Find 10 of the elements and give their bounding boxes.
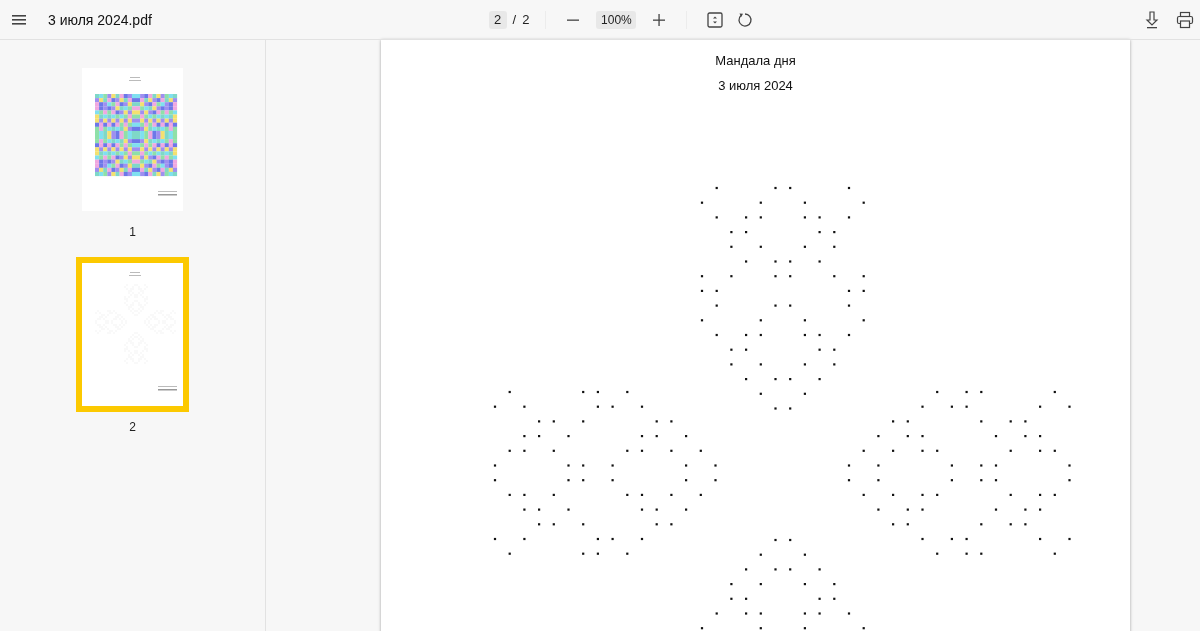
page-title: Мандала дня	[715, 52, 796, 70]
page-separator: /	[512, 12, 517, 27]
page-number-label: 1	[129, 225, 136, 239]
page-total: 2	[522, 12, 530, 27]
page-number-label: 2	[129, 420, 136, 434]
page-thumbnail[interactable]	[76, 257, 189, 412]
file-name: 3 июля 2024.pdf	[48, 11, 152, 28]
page-date: 3 июля 2024	[718, 77, 793, 95]
zoom-field[interactable]: 100%	[596, 10, 637, 29]
page-number-field[interactable]: 2	[488, 10, 507, 29]
